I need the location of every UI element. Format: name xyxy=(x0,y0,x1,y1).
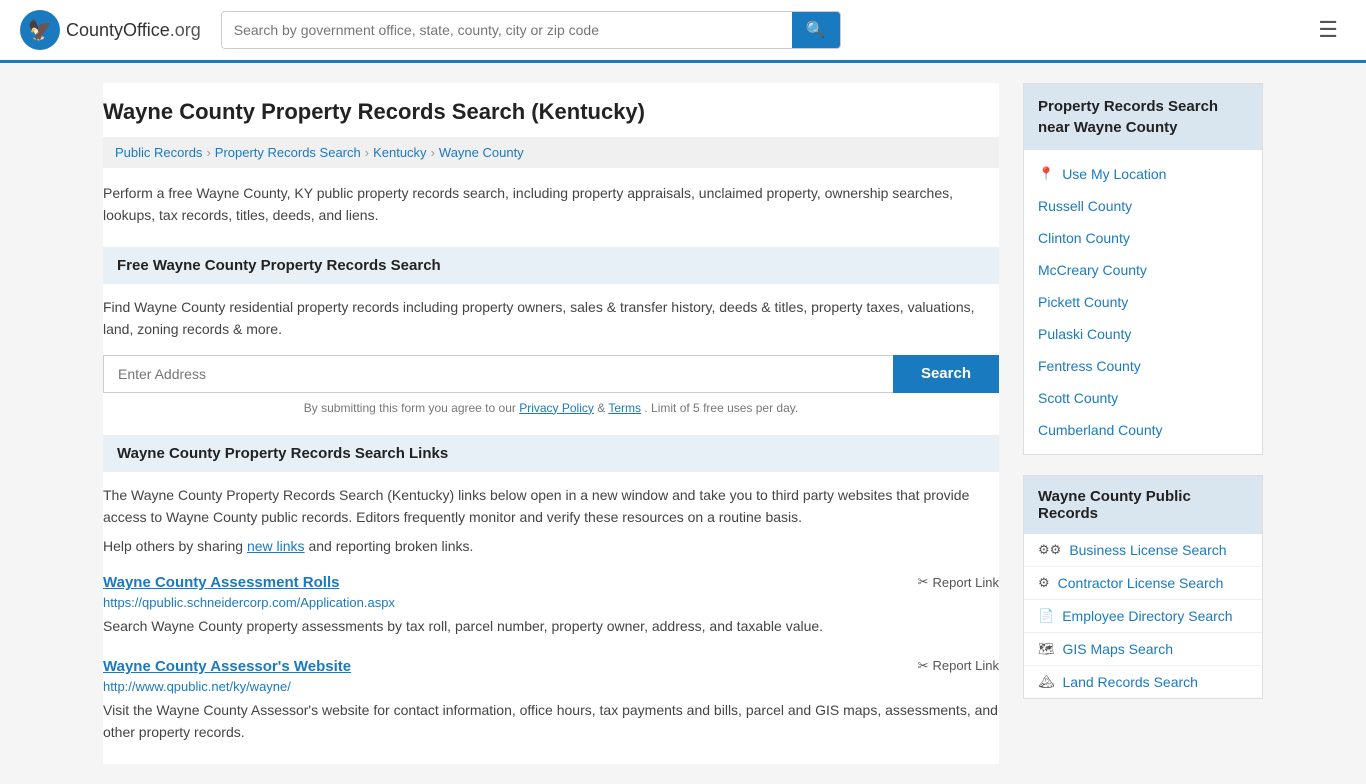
free-search-header: Free Wayne County Property Records Searc… xyxy=(103,247,999,284)
nearby-county-link-6[interactable]: Scott County xyxy=(1038,390,1118,406)
nearby-county-6[interactable]: Scott County xyxy=(1024,382,1262,414)
land-icon: 🏔 xyxy=(1038,674,1055,690)
record-block-1: Wayne County Assessor's Website ✂ Report… xyxy=(103,658,999,744)
free-search-desc: Find Wayne County residential property r… xyxy=(103,296,999,341)
sidebar: Property Records Search near Wayne Count… xyxy=(1023,83,1263,764)
links-desc: The Wayne County Property Records Search… xyxy=(103,484,999,529)
form-terms: By submitting this form you agree to our… xyxy=(103,401,999,415)
nearby-county-2[interactable]: McCreary County xyxy=(1024,254,1262,286)
nearby-county-link-7[interactable]: Cumberland County xyxy=(1038,422,1163,438)
record-desc-1: Visit the Wayne County Assessor's websit… xyxy=(103,699,999,744)
nearby-county-link-3[interactable]: Pickett County xyxy=(1038,294,1128,310)
breadcrumb-property-records-search[interactable]: Property Records Search xyxy=(215,145,361,160)
nearby-county-link-5[interactable]: Fentress County xyxy=(1038,358,1141,374)
nearby-box: Property Records Search near Wayne Count… xyxy=(1023,83,1263,455)
doc-icon: 📄 xyxy=(1038,608,1054,624)
breadcrumb: Public Records › Property Records Search… xyxy=(103,137,999,168)
use-location-link[interactable]: Use My Location xyxy=(1062,166,1166,182)
report-icon-1: ✂ xyxy=(918,658,929,674)
links-section: Wayne County Property Records Search Lin… xyxy=(103,435,999,744)
gear-icon-0: ⚙⚙ xyxy=(1038,542,1061,558)
nearby-county-0[interactable]: Russell County xyxy=(1024,190,1262,222)
new-links-link[interactable]: new links xyxy=(247,538,305,554)
main-column: Wayne County Property Records Search (Ke… xyxy=(103,83,999,764)
address-search-button[interactable]: Search xyxy=(893,355,999,393)
map-icon: 🗺 xyxy=(1038,641,1055,657)
nearby-box-body: 📍 Use My Location Russell County Clinton… xyxy=(1024,150,1262,454)
address-input[interactable] xyxy=(103,355,893,393)
public-record-link-3[interactable]: GIS Maps Search xyxy=(1063,641,1174,657)
public-record-item-0[interactable]: ⚙⚙ Business License Search xyxy=(1024,534,1262,567)
record-block-0: Wayne County Assessment Rolls ✂ Report L… xyxy=(103,574,999,637)
use-location-item[interactable]: 📍 Use My Location xyxy=(1024,158,1262,190)
record-title-0[interactable]: Wayne County Assessment Rolls xyxy=(103,574,339,591)
share-text: Help others by sharing new links and rep… xyxy=(103,538,999,554)
breadcrumb-public-records[interactable]: Public Records xyxy=(115,145,202,160)
global-search-bar: 🔍 xyxy=(221,11,841,49)
header: 🦅 CountyOffice.org 🔍 ☰ xyxy=(0,0,1366,63)
svg-text:🦅: 🦅 xyxy=(28,18,53,42)
public-records-box-header: Wayne County Public Records xyxy=(1024,476,1262,534)
gear-icon-1: ⚙ xyxy=(1038,575,1050,591)
report-icon-0: ✂ xyxy=(918,574,929,590)
nearby-county-link-1[interactable]: Clinton County xyxy=(1038,230,1130,246)
public-record-item-1[interactable]: ⚙ Contractor License Search xyxy=(1024,567,1262,600)
record-title-1[interactable]: Wayne County Assessor's Website xyxy=(103,658,351,675)
links-section-header: Wayne County Property Records Search Lin… xyxy=(103,435,999,472)
record-url-1: http://www.qpublic.net/ky/wayne/ xyxy=(103,679,999,694)
address-search-row: Search xyxy=(103,355,999,393)
location-pin-icon: 📍 xyxy=(1038,166,1054,182)
public-record-link-0[interactable]: Business License Search xyxy=(1069,542,1226,558)
terms-link[interactable]: Terms xyxy=(608,401,641,415)
public-records-box: Wayne County Public Records ⚙⚙ Business … xyxy=(1023,475,1263,699)
nearby-county-7[interactable]: Cumberland County xyxy=(1024,414,1262,446)
nearby-county-5[interactable]: Fentress County xyxy=(1024,350,1262,382)
public-record-link-4[interactable]: Land Records Search xyxy=(1063,674,1198,690)
nearby-county-3[interactable]: Pickett County xyxy=(1024,286,1262,318)
record-desc-0: Search Wayne County property assessments… xyxy=(103,615,999,637)
public-record-item-2[interactable]: 📄 Employee Directory Search xyxy=(1024,600,1262,633)
nearby-county-link-2[interactable]: McCreary County xyxy=(1038,262,1147,278)
privacy-policy-link[interactable]: Privacy Policy xyxy=(519,401,594,415)
public-record-link-1[interactable]: Contractor License Search xyxy=(1058,575,1224,591)
nearby-county-link-0[interactable]: Russell County xyxy=(1038,198,1132,214)
public-record-link-2[interactable]: Employee Directory Search xyxy=(1062,608,1232,624)
nearby-county-link-4[interactable]: Pulaski County xyxy=(1038,326,1131,342)
record-url-0: https://qpublic.schneidercorp.com/Applic… xyxy=(103,595,999,610)
page-description: Perform a free Wayne County, KY public p… xyxy=(103,182,999,227)
global-search-button[interactable]: 🔍 xyxy=(792,12,840,48)
hamburger-menu-button[interactable]: ☰ xyxy=(1310,13,1346,47)
nearby-county-1[interactable]: Clinton County xyxy=(1024,222,1262,254)
breadcrumb-kentucky[interactable]: Kentucky xyxy=(373,145,426,160)
page-content: Wayne County Property Records Search (Ke… xyxy=(83,63,1283,784)
nearby-box-header: Property Records Search near Wayne Count… xyxy=(1024,84,1262,150)
public-record-item-4[interactable]: 🏔 Land Records Search xyxy=(1024,666,1262,698)
logo-icon: 🦅 xyxy=(20,10,60,50)
nearby-county-4[interactable]: Pulaski County xyxy=(1024,318,1262,350)
page-title: Wayne County Property Records Search (Ke… xyxy=(103,83,999,137)
report-link-button-1[interactable]: ✂ Report Link xyxy=(918,658,999,674)
global-search-input[interactable] xyxy=(222,12,792,48)
logo[interactable]: 🦅 CountyOffice.org xyxy=(20,10,201,50)
public-record-item-3[interactable]: 🗺 GIS Maps Search xyxy=(1024,633,1262,666)
breadcrumb-wayne-county[interactable]: Wayne County xyxy=(439,145,524,160)
logo-text: CountyOffice.org xyxy=(66,20,201,41)
report-link-button-0[interactable]: ✂ Report Link xyxy=(918,574,999,590)
